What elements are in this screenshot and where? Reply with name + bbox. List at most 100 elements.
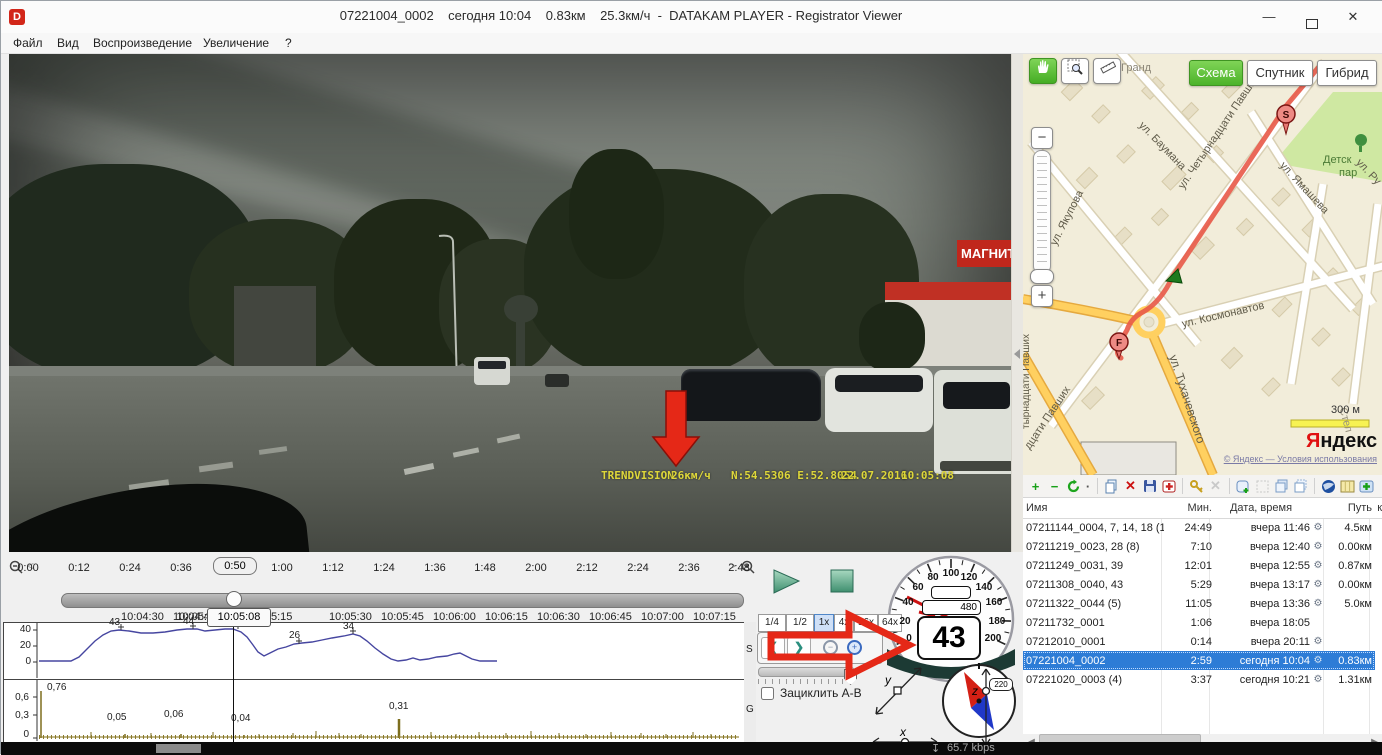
col-name[interactable]: Имя bbox=[1023, 502, 1164, 514]
tick: 0:36 bbox=[156, 562, 206, 574]
table-row-selected[interactable]: 07221004_00022:59 сегодня 10:04⚙0.83км bbox=[1023, 651, 1375, 670]
minimize-button[interactable]: — bbox=[1254, 7, 1284, 27]
peak-label: 43 bbox=[109, 617, 120, 628]
compass-heading-readout: 220 bbox=[989, 678, 1013, 691]
tick: 2:12 bbox=[562, 562, 612, 574]
taskbar-thumb[interactable] bbox=[156, 744, 201, 753]
gps-gear-icon: ⚙ bbox=[1310, 674, 1326, 685]
menu-zoom[interactable]: Увеличение bbox=[199, 35, 273, 51]
video-viewport[interactable]: МАГНИТ TRENDVISION 26км/ч N:54.5306 E:52… bbox=[9, 54, 1011, 552]
map-label-grand: Гранд bbox=[1121, 62, 1151, 74]
menu-playback[interactable]: Воспроизведение bbox=[89, 35, 196, 51]
map-mode-hybrid[interactable]: Гибрид bbox=[1317, 60, 1377, 86]
gps-gear-icon: ⚙ bbox=[1310, 655, 1326, 666]
peak-label: 34 bbox=[343, 621, 354, 632]
empty-region-icon[interactable] bbox=[1254, 478, 1271, 495]
rate-4x[interactable]: 4x bbox=[834, 614, 854, 632]
timeline-slider-thumb[interactable] bbox=[226, 591, 242, 607]
peak-label: 0,31 bbox=[389, 701, 408, 712]
map-copyright[interactable]: © Яндекс — Условия использования bbox=[1023, 454, 1377, 464]
table-row[interactable]: 07211732_00011:06 вчера 18:05 bbox=[1023, 613, 1375, 632]
gauge-info-box bbox=[931, 586, 971, 599]
table-row[interactable]: 07211219_0023, 28 (8)7:10 вчера 12:40⚙0.… bbox=[1023, 537, 1375, 556]
rate-half[interactable]: 1/2 bbox=[786, 614, 814, 632]
table-row[interactable]: 07221020_0003 (4)3:37 сегодня 10:21⚙1.31… bbox=[1023, 670, 1375, 689]
gps-gear-icon: ⚙ bbox=[1310, 541, 1326, 552]
map-zoom-out-button[interactable]: − bbox=[1031, 127, 1053, 149]
bitrate-readout: 65.7 kbps bbox=[947, 742, 995, 754]
map-zoom-select-button[interactable] bbox=[1061, 58, 1089, 84]
timeline-position-bubble: 0:50 bbox=[213, 557, 257, 575]
map-mode-satellite[interactable]: Спутник bbox=[1247, 60, 1313, 86]
gauge-speed-readout: 43 bbox=[917, 616, 981, 660]
overlay-coords: N:54.5306 E:52.8054 bbox=[731, 469, 857, 482]
rate-quarter[interactable]: 1/4 bbox=[758, 614, 786, 632]
store-sign: МАГНИТ bbox=[957, 240, 1011, 267]
tick: 1:12 bbox=[308, 562, 358, 574]
park-tree-icon bbox=[1355, 134, 1367, 146]
zoom-out-small-icon[interactable]: − bbox=[823, 640, 838, 655]
layers-select-icon[interactable] bbox=[1292, 478, 1309, 495]
add-file-icon[interactable]: + bbox=[1027, 478, 1044, 495]
rate-16x[interactable]: 16x bbox=[854, 614, 878, 632]
map-panel[interactable]: S F Гранд ул. Баумана ул. Якупова ул. Че… bbox=[1023, 54, 1382, 475]
tick: 1:00 bbox=[257, 562, 307, 574]
timeline-slider[interactable] bbox=[61, 593, 744, 608]
clip-seek-track[interactable] bbox=[758, 667, 855, 677]
table-row[interactable]: 07211308_0040, 435:29 вчера 13:17⚙0.00км bbox=[1023, 575, 1375, 594]
menu-view[interactable]: Вид bbox=[53, 35, 83, 51]
axis-y-label: y bbox=[885, 673, 891, 687]
menu-help[interactable]: ? bbox=[281, 35, 296, 51]
overlay-time: 10:05:08 bbox=[901, 469, 954, 482]
van bbox=[474, 357, 510, 385]
menu-file[interactable]: Файл bbox=[9, 35, 47, 51]
zoom-in-small-icon[interactable]: + bbox=[847, 640, 862, 655]
table-row[interactable]: 07211144_0004, 7, 14, 18 (19)24:49 вчера… bbox=[1023, 518, 1375, 537]
col-path[interactable]: Путь bbox=[1326, 502, 1372, 514]
tick: 1:24 bbox=[359, 562, 409, 574]
maximize-icon bbox=[1306, 19, 1318, 29]
tick: 0:00 bbox=[3, 562, 53, 574]
layers-icon[interactable] bbox=[1273, 478, 1290, 495]
col-k[interactable]: к bbox=[1372, 502, 1382, 514]
repair-icon[interactable] bbox=[1160, 478, 1177, 495]
map-zoom-in-button[interactable]: + bbox=[1031, 285, 1053, 307]
step-forward-button[interactable]: ❯ bbox=[787, 637, 811, 659]
scale-bar bbox=[1291, 420, 1369, 427]
col-date[interactable]: Дата, время bbox=[1212, 502, 1310, 514]
loop-ab-checkbox[interactable] bbox=[761, 687, 774, 700]
gps-gear-icon: ⚙ bbox=[1310, 598, 1326, 609]
table-row[interactable]: 07211322_0044 (5)11:05 вчера 13:36⚙5.0км bbox=[1023, 594, 1375, 613]
map-zoom-slider[interactable] bbox=[1033, 150, 1051, 274]
toolbar-menu-dot[interactable]: · bbox=[1084, 478, 1092, 495]
refresh-icon[interactable] bbox=[1065, 478, 1082, 495]
save-icon[interactable] bbox=[1141, 478, 1158, 495]
col-min[interactable]: Мин. bbox=[1164, 502, 1212, 514]
delete-icon[interactable]: ✕ bbox=[1122, 478, 1139, 495]
rate-1x[interactable]: 1x bbox=[814, 614, 834, 632]
table-row[interactable]: 07212010_00010:14 вчера 20:11⚙ bbox=[1023, 632, 1375, 651]
map-ruler-button[interactable] bbox=[1093, 58, 1121, 84]
map-scale-label: 300 м bbox=[1331, 404, 1360, 416]
add-map-icon[interactable] bbox=[1358, 478, 1375, 495]
gps-gear-icon: ⚙ bbox=[1310, 522, 1326, 533]
map-mode-scheme[interactable]: Схема bbox=[1189, 60, 1243, 86]
clear-key-icon[interactable]: ✕ bbox=[1207, 478, 1224, 495]
map-view-icon[interactable] bbox=[1339, 478, 1356, 495]
map-pan-button[interactable] bbox=[1029, 58, 1057, 84]
add-region-icon[interactable] bbox=[1235, 478, 1252, 495]
tick: 1:36 bbox=[410, 562, 460, 574]
key-icon[interactable] bbox=[1188, 478, 1205, 495]
tick: 2:00 bbox=[511, 562, 561, 574]
close-button[interactable]: ✕ bbox=[1338, 7, 1368, 27]
titlebar: D 07221004_0002 сегодня 10:04 0.83км 25.… bbox=[1, 1, 1382, 34]
step-back-button[interactable]: ❮ bbox=[761, 637, 785, 659]
map-zoom-thumb[interactable] bbox=[1030, 269, 1054, 284]
table-row[interactable]: 07211249_0031, 3912:01 вчера 12:55⚙0.87к… bbox=[1023, 556, 1375, 575]
remove-file-icon[interactable]: − bbox=[1046, 478, 1063, 495]
maximize-button[interactable] bbox=[1296, 7, 1326, 27]
car-white-sedan bbox=[934, 370, 1011, 474]
bushes bbox=[859, 302, 925, 372]
copy-icon[interactable] bbox=[1103, 478, 1120, 495]
globe-icon[interactable] bbox=[1320, 478, 1337, 495]
